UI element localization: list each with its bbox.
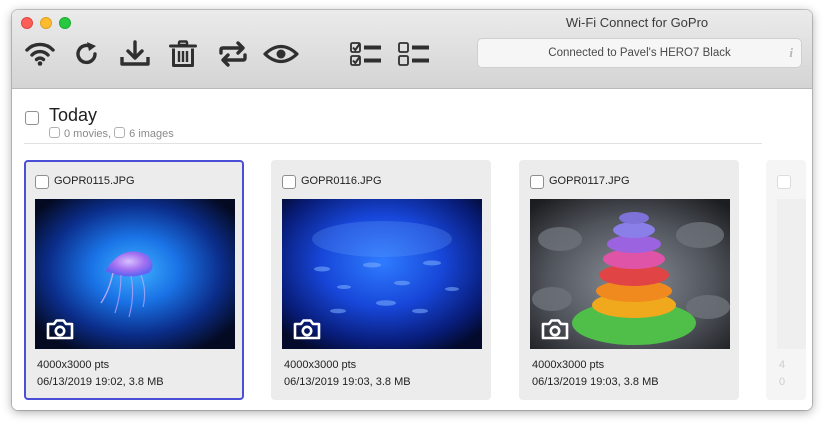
minimize-window-button[interactable]: [40, 17, 52, 29]
group-summary: 0 movies, 6 images: [49, 127, 174, 140]
card-filename: GOPR0116.JPG: [301, 175, 382, 187]
connection-status: Connected to Pavel's HERO7 Black i: [477, 38, 802, 68]
checklist-checked-icon: [350, 42, 381, 66]
app-window: Wi-Fi Connect for GoPro Connected to Pav…: [12, 10, 812, 410]
card-dimensions: 4000x3000 pts: [37, 359, 110, 371]
eye-icon: [263, 44, 299, 64]
camera-icon: [292, 317, 322, 341]
movies-count: 0 movies,: [64, 128, 112, 140]
thumbnail-stones: [530, 199, 730, 349]
connection-status-text: Connected to Pavel's HERO7 Black: [548, 47, 731, 59]
media-card-gopr0117[interactable]: GOPR0117.JPG 4000x3000 pts 06/13/2019 19…: [519, 160, 739, 400]
movies-checkbox[interactable]: [49, 127, 60, 138]
trash-icon: [169, 40, 197, 67]
card-meta: 0: [779, 376, 786, 388]
divider: [24, 143, 762, 144]
media-card-partial[interactable]: 4 0: [766, 160, 806, 400]
download-icon: [120, 40, 150, 66]
group-select-checkbox[interactable]: [25, 111, 39, 125]
thumbnail-partial: [777, 199, 806, 349]
images-checkbox[interactable]: [114, 127, 126, 138]
card-filename: GOPR0117.JPG: [549, 175, 630, 187]
media-browser: Today 0 movies, 6 images GOPR0115.JPG 40…: [12, 89, 812, 410]
thumbnail-fish: [282, 199, 482, 349]
select-all-button[interactable]: [349, 39, 383, 69]
refresh-button[interactable]: [70, 39, 104, 69]
card-checkbox[interactable]: [35, 175, 49, 189]
deselect-all-button[interactable]: [397, 39, 431, 69]
card-filename: GOPR0115.JPG: [54, 175, 135, 187]
media-card-gopr0116[interactable]: GOPR0116.JPG 4000x3000 pts 06/13/2019 19…: [271, 160, 491, 400]
card-checkbox[interactable]: [777, 175, 791, 189]
info-icon[interactable]: i: [789, 39, 793, 67]
card-dimensions: 4000x3000 pts: [284, 359, 357, 371]
swap-arrows-icon: [219, 41, 247, 67]
checklist-empty-icon: [398, 42, 429, 66]
download-button[interactable]: [118, 39, 152, 69]
camera-icon: [540, 317, 570, 341]
card-dimensions: 4: [779, 359, 786, 371]
window-title: Wi-Fi Connect for GoPro: [565, 15, 709, 30]
card-meta: 06/13/2019 19:03, 3.8 MB: [284, 376, 411, 388]
group-title: Today: [49, 105, 98, 125]
card-meta: 06/13/2019 19:02, 3.8 MB: [37, 376, 164, 388]
card-checkbox[interactable]: [282, 175, 296, 189]
close-window-button[interactable]: [21, 17, 33, 29]
zoom-window-button[interactable]: [59, 17, 71, 29]
wifi-button[interactable]: [23, 39, 57, 69]
card-dimensions: 4000x3000 pts: [532, 359, 605, 371]
delete-button[interactable]: [166, 39, 200, 69]
sync-button[interactable]: [216, 39, 250, 69]
media-card-gopr0115[interactable]: GOPR0115.JPG 4000x3000 pts 06/13/2019 19…: [24, 160, 244, 400]
thumbnail-jellyfish: [35, 199, 235, 349]
titlebar: Wi-Fi Connect for GoPro Connected to Pav…: [12, 10, 812, 89]
card-checkbox[interactable]: [530, 175, 544, 189]
card-meta: 06/13/2019 19:03, 3.8 MB: [532, 376, 659, 388]
camera-icon: [45, 317, 75, 341]
images-count: 6 images: [129, 128, 174, 140]
wifi-icon: [25, 42, 55, 66]
preview-button[interactable]: [261, 39, 301, 69]
refresh-icon: [76, 42, 97, 65]
